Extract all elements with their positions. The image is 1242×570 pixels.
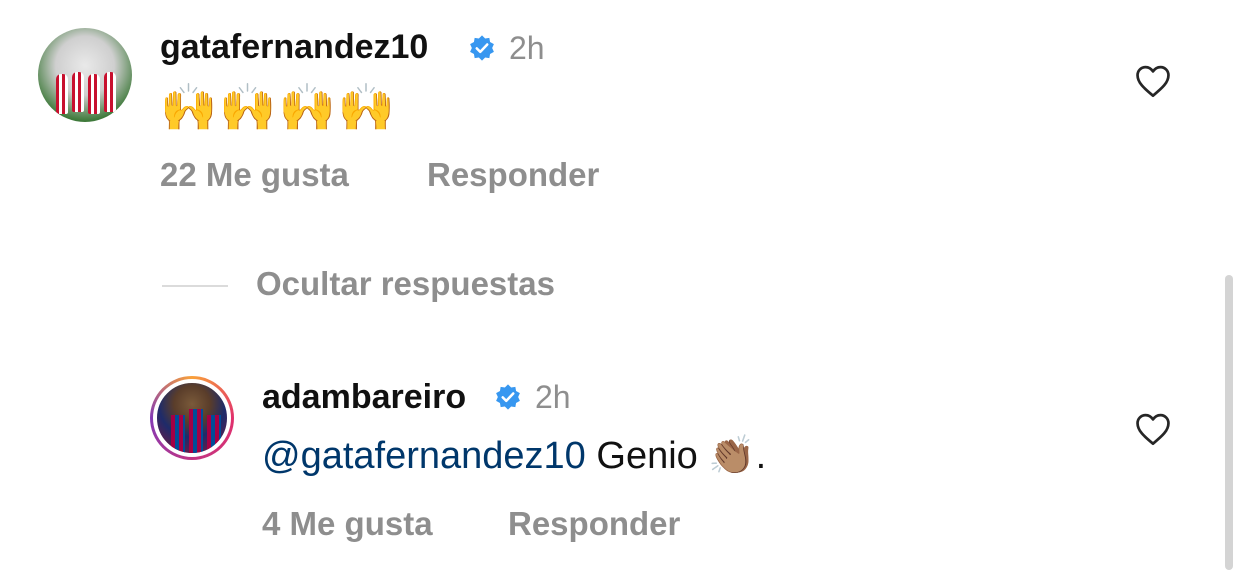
avatar-figure	[104, 72, 116, 112]
verified-badge-icon	[496, 384, 520, 410]
avatar-figure	[56, 74, 68, 114]
comment-username[interactable]: gatafernandez10	[160, 28, 428, 67]
heart-icon[interactable]	[1134, 64, 1172, 98]
avatar-figure	[88, 74, 100, 114]
reply-username[interactable]: adambareiro	[262, 378, 466, 417]
like-count[interactable]: 4 Me gusta	[262, 505, 433, 543]
scrollbar[interactable]	[1225, 275, 1233, 570]
reply-button[interactable]: Responder	[508, 505, 680, 543]
heart-icon[interactable]	[1134, 412, 1172, 446]
reply-timestamp: 2h	[535, 379, 571, 415]
avatar[interactable]	[38, 28, 132, 122]
reply-text: @gatafernandez10 Genio 👏🏽.	[262, 434, 766, 478]
hide-replies-button[interactable]: Ocultar respuestas	[256, 265, 555, 303]
avatar-figure	[207, 415, 221, 453]
avatar-story-ring[interactable]	[150, 376, 234, 460]
like-count[interactable]: 22 Me gusta	[160, 156, 349, 194]
avatar	[153, 379, 231, 457]
reply-body: Genio 👏🏽.	[596, 435, 767, 477]
mention-link[interactable]: @gatafernandez10	[262, 435, 586, 477]
divider	[162, 285, 228, 287]
comment-timestamp: 2h	[509, 30, 545, 66]
verified-badge-icon	[470, 35, 494, 61]
avatar-figure	[189, 409, 203, 453]
reply-button[interactable]: Responder	[427, 156, 599, 194]
avatar-figure	[171, 415, 185, 453]
comment-text: 🙌🙌🙌🙌	[160, 81, 398, 133]
avatar-figure	[72, 72, 84, 112]
